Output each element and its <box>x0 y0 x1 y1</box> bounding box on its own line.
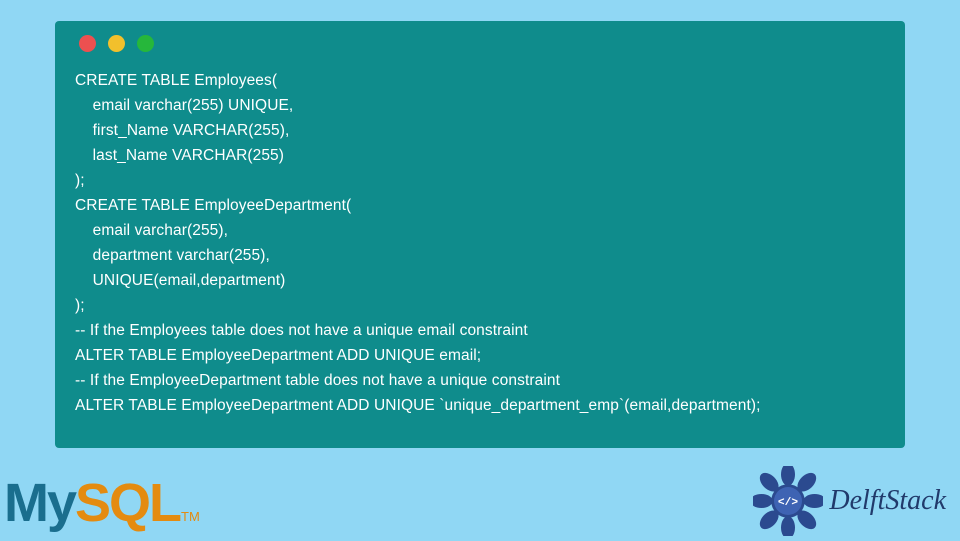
delftstack-badge-icon: </> <box>753 466 823 536</box>
svg-text:</>: </> <box>778 497 798 509</box>
minimize-icon <box>108 35 125 52</box>
delftstack-text: DelftStack <box>829 485 946 517</box>
mysql-logo-sql: SQL <box>75 473 180 533</box>
mysql-logo: MySQLTM <box>4 472 200 534</box>
mysql-logo-my: My <box>4 473 75 533</box>
code-block: CREATE TABLE Employees( email varchar(25… <box>75 68 885 418</box>
delftstack-logo: </> DelftStack <box>753 466 946 536</box>
code-panel: CREATE TABLE Employees( email varchar(25… <box>55 21 905 448</box>
maximize-icon <box>137 35 154 52</box>
window-controls <box>79 35 885 52</box>
footer: MySQLTM </> <box>0 460 960 540</box>
mysql-logo-tm: TM <box>181 509 200 524</box>
close-icon <box>79 35 96 52</box>
